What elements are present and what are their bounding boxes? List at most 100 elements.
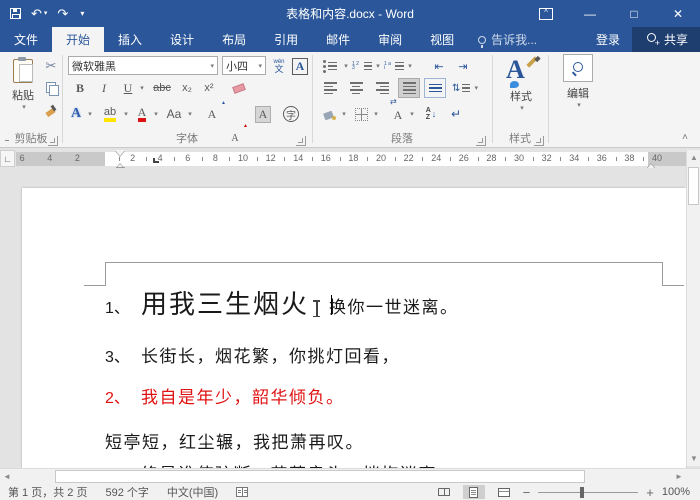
font-color-caret[interactable]: ▾ [152, 102, 160, 126]
ribbon-tab[interactable]: 设计 [156, 27, 208, 52]
paste-dropdown-caret[interactable]: ▾ [22, 103, 26, 111]
tab-file[interactable]: 文件 [0, 27, 52, 52]
scroll-down-icon[interactable]: ▼ [687, 451, 700, 466]
character-scaling-icon[interactable]: A [390, 104, 406, 126]
doc-line[interactable]: 短亭短，红尘辗，我把萧再叹。 [105, 428, 364, 453]
bullets-icon[interactable] [320, 56, 340, 76]
styles-button[interactable]: A 样式 ▾ [500, 56, 542, 112]
proofing-icon[interactable] [236, 487, 248, 497]
text-effects-icon[interactable]: A [68, 102, 84, 126]
shading-icon[interactable] [320, 102, 338, 126]
tab-selector[interactable]: ∟ [0, 150, 15, 167]
character-shading-icon[interactable]: A [252, 102, 274, 126]
page-indicator[interactable]: 第 1 页，共 2 页 [8, 484, 87, 500]
numbering-icon[interactable]: 1 2 3 [352, 56, 372, 76]
print-layout-icon[interactable] [463, 485, 485, 499]
scroll-up-icon[interactable]: ▲ [687, 150, 700, 165]
collapse-ribbon-icon[interactable]: ˄ [682, 132, 688, 143]
zoom-slider[interactable] [538, 492, 638, 493]
ribbon-tab[interactable]: 审阅 [364, 27, 416, 52]
borders-icon[interactable] [352, 102, 370, 126]
subscript-button[interactable]: x₂ [178, 78, 196, 98]
format-painter-icon[interactable] [42, 100, 60, 120]
paste-button[interactable]: 粘贴 ▾ [4, 56, 42, 128]
editing-button[interactable]: 编辑 ▾ [556, 54, 600, 109]
underline-dropdown-caret[interactable]: ▾ [138, 78, 146, 98]
align-center-icon[interactable] [346, 78, 366, 98]
maximize-button[interactable]: □ [612, 0, 656, 27]
justify-icon[interactable] [398, 78, 420, 98]
enclose-characters-icon[interactable]: 字 [280, 102, 302, 126]
sign-in-button[interactable]: 登录 [584, 27, 632, 52]
web-layout-icon[interactable] [493, 485, 515, 499]
language-indicator[interactable]: 中文(中国) [167, 484, 218, 500]
ribbon-tab[interactable]: 引用 [260, 27, 312, 52]
clear-formatting-icon[interactable] [230, 78, 248, 98]
horizontal-scrollbar[interactable]: ◄ ► [0, 468, 700, 484]
ribbon-tab[interactable]: 布局 [208, 27, 260, 52]
bullets-caret[interactable]: ▾ [342, 56, 350, 76]
styles-dialog-launcher-icon[interactable] [534, 136, 544, 146]
doc-line[interactable]: 2、我自是年少，韶华倾负。 [105, 383, 345, 408]
tab-stop-marker[interactable] [153, 158, 159, 163]
underline-button[interactable]: U [120, 78, 136, 98]
ribbon-display-options-icon[interactable]: ˄ [524, 0, 568, 27]
align-right-icon[interactable] [372, 78, 392, 98]
redo-icon[interactable]: ↷ [57, 7, 68, 20]
save-icon[interactable] [10, 8, 21, 19]
distribute-icon[interactable] [424, 78, 446, 98]
ribbon-tab[interactable]: 邮件 [312, 27, 364, 52]
superscript-button[interactable]: x² [200, 78, 218, 98]
clipboard-dialog-launcher-icon[interactable] [48, 136, 58, 146]
numbering-caret[interactable]: ▾ [374, 56, 382, 76]
italic-button[interactable]: I [96, 78, 112, 98]
share-button[interactable]: 共享 [632, 27, 700, 52]
change-case-icon[interactable]: Aa [164, 102, 184, 126]
line-spacing-icon[interactable]: ⇅▾ [452, 78, 478, 98]
font-name-combo[interactable]: 微软雅黑▾ [68, 56, 218, 75]
text-effects-caret[interactable]: ▾ [86, 102, 94, 126]
font-size-combo[interactable]: 小四▾ [222, 56, 266, 75]
character-scaling-caret[interactable]: ▾ [408, 102, 416, 126]
zoom-level[interactable]: 100% [662, 486, 690, 498]
borders-caret[interactable]: ▾ [372, 102, 380, 126]
word-count[interactable]: 592 个字 [105, 484, 148, 500]
minimize-button[interactable]: — [568, 0, 612, 27]
character-border-icon[interactable]: A [290, 56, 310, 76]
paragraph-marks-icon[interactable]: ↵ [448, 102, 464, 126]
vertical-scroll-thumb[interactable] [688, 167, 699, 205]
highlight-caret[interactable]: ▾ [122, 102, 130, 126]
page[interactable]: 1、 用我三生烟火 换你一世迷离。 3、长街长，烟花繁，你挑灯回看， 2、我自是… [22, 188, 686, 468]
tell-me-box[interactable]: 告诉我... [468, 27, 547, 52]
decrease-indent-icon[interactable]: ⇤ [430, 56, 448, 76]
shading-caret[interactable]: ▾ [340, 102, 348, 126]
multilevel-list-icon[interactable]: 1 a i [384, 56, 404, 76]
copy-icon[interactable] [42, 78, 60, 98]
customize-qat-icon[interactable]: ▾ [78, 10, 84, 18]
strikethrough-button[interactable]: abc [150, 78, 174, 98]
doc-line[interactable]: 3、长街长，烟花繁，你挑灯回看， [105, 342, 400, 367]
paragraph-dialog-launcher-icon[interactable] [476, 136, 486, 146]
grow-font-icon[interactable]: A [204, 102, 220, 126]
zoom-in-button[interactable]: + [646, 485, 654, 500]
multilevel-caret[interactable]: ▾ [406, 56, 414, 76]
zoom-slider-thumb[interactable] [580, 487, 584, 498]
horizontal-ruler[interactable]: 642246810121416182022242628303234363840 [16, 152, 686, 166]
vertical-scrollbar[interactable]: ▲ ▼ [686, 150, 700, 466]
doc-line[interactable]: 4、终是谁使弦断，花落肩头，恍惚迷离。 [105, 460, 456, 468]
undo-icon[interactable]: ↶▾ [31, 7, 47, 20]
ribbon-tab[interactable]: 开始 [52, 27, 104, 52]
increase-indent-icon[interactable]: ⇥ [454, 56, 472, 76]
zoom-out-button[interactable]: − [523, 485, 531, 500]
cut-icon[interactable]: ✂ [42, 56, 60, 76]
read-mode-icon[interactable] [433, 485, 455, 499]
close-button[interactable]: ✕ [656, 0, 700, 27]
scroll-right-icon[interactable]: ► [672, 469, 686, 484]
change-case-caret[interactable]: ▾ [186, 102, 194, 126]
ribbon-tab[interactable]: 视图 [416, 27, 468, 52]
font-color-icon[interactable]: A [134, 102, 150, 126]
align-left-icon[interactable] [320, 78, 340, 98]
horizontal-scroll-thumb[interactable] [55, 470, 585, 483]
sort-icon[interactable]: AZ↓ [420, 102, 442, 126]
ribbon-tab[interactable]: 插入 [104, 27, 156, 52]
